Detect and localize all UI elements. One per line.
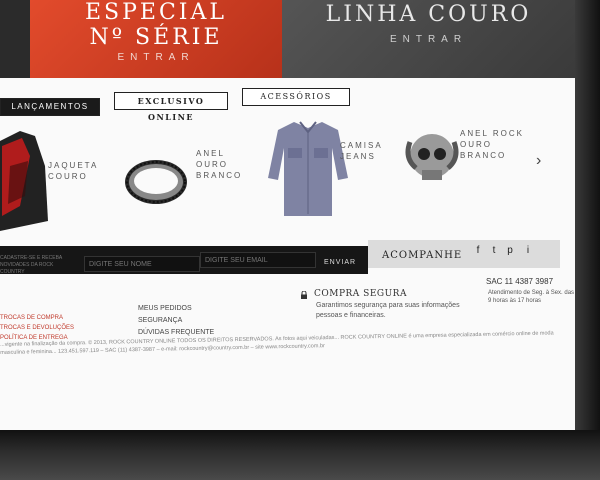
footer-link-duvidas[interactable]: DÚVIDAS FREQUENTE [138, 329, 214, 336]
banner-linha-couro[interactable]: LINHA COURO ENTRAR [282, 0, 575, 78]
legal-text: ...vigente na finalização da compra. © 2… [0, 330, 554, 356]
twitter-icon[interactable]: t [488, 245, 500, 257]
product-item[interactable] [122, 152, 190, 212]
follow-label: ACOMPANHE [382, 250, 463, 261]
footer-link-meus-pedidos[interactable]: MEUS PEDIDOS [138, 305, 192, 312]
footer-link[interactable]: TROCAS E DEVOLUÇÕES [0, 325, 74, 331]
service-hours: Atendimento de Seg. à Sex. das 9 horas à… [488, 290, 575, 304]
social-bar: ACOMPANHE f t p i [368, 240, 560, 268]
newsletter-hint: CADASTRE-SE E RECEBA NOVIDADES DA ROCK C… [0, 255, 62, 275]
product-name[interactable]: JAQUETA COURO [48, 160, 108, 182]
banner-subtitle: Nº SÉRIE [89, 25, 223, 50]
banner-cta[interactable]: ENTRAR [282, 34, 575, 45]
newsletter-bar: CADASTRE-SE E RECEBA NOVIDADES DA ROCK C… [0, 240, 575, 275]
product-name[interactable]: ANEL OURO BRANCO [196, 148, 246, 181]
secure-purchase-text: Garantimos segurança para suas informaçõ… [316, 302, 460, 319]
product-name[interactable]: CAMISA JEANS [340, 140, 395, 162]
newsletter-form: CADASTRE-SE E RECEBA NOVIDADES DA ROCK C… [0, 246, 368, 275]
laptop-base [0, 430, 600, 480]
tab-lancamentos[interactable]: LANÇAMENTOS [0, 98, 100, 116]
footer-link[interactable]: TROCAS DE COMPRA [0, 315, 63, 321]
tab-exclusivo-online[interactable]: EXCLUSIVO ONLINE [114, 92, 228, 122]
skull-ring-icon [405, 134, 459, 180]
banner-title: ESPECIAL [84, 0, 227, 25]
browser-screen: ESPECIAL Nº SÉRIE ENTRAR LINHA COURO ENT… [0, 0, 575, 430]
chevron-right-icon[interactable]: › [536, 152, 541, 170]
pinterest-icon[interactable]: p [504, 245, 516, 257]
product-name[interactable]: ANEL ROCK OURO BRANCO [460, 128, 530, 161]
banner-title: LINHA COURO [325, 2, 532, 27]
product-carousel: JAQUETA COURO ANEL OURO BRANCO CAMISA JE… [0, 118, 575, 238]
laptop-frame: ESPECIAL Nº SÉRIE ENTRAR LINHA COURO ENT… [0, 0, 600, 480]
hero-banners: ESPECIAL Nº SÉRIE ENTRAR LINHA COURO ENT… [0, 0, 575, 78]
product-item[interactable] [402, 128, 462, 188]
sac-phone: SAC 11 4387 3987 [486, 277, 554, 286]
footer: TROCAS DE COMPRA TROCAS E DEVOLUÇÕES POL… [0, 277, 575, 405]
hero-edge [0, 0, 30, 78]
tab-acessorios[interactable]: ACESSÓRIOS [242, 88, 350, 106]
product-tabs: LANÇAMENTOS EXCLUSIVO ONLINE ACESSÓRIOS [0, 88, 575, 122]
name-input[interactable] [84, 256, 200, 272]
product-item[interactable] [0, 126, 50, 231]
laptop-bezel [575, 0, 600, 430]
shirt-icon [268, 121, 348, 216]
product-item[interactable] [266, 118, 350, 218]
facebook-icon[interactable]: f [472, 245, 484, 257]
email-input[interactable] [200, 252, 316, 268]
lock-icon [301, 291, 307, 299]
secure-purchase-title: COMPRA SEGURA [314, 289, 407, 299]
banner-cta[interactable]: ENTRAR [30, 52, 282, 63]
send-button[interactable]: ENVIAR [318, 255, 358, 269]
banner-especial[interactable]: ESPECIAL Nº SÉRIE ENTRAR [30, 0, 282, 78]
footer-link-seguranca[interactable]: SEGURANÇA [138, 317, 182, 324]
ring-icon [125, 160, 187, 204]
jacket-icon [0, 131, 48, 231]
instagram-icon[interactable]: i [522, 245, 534, 257]
